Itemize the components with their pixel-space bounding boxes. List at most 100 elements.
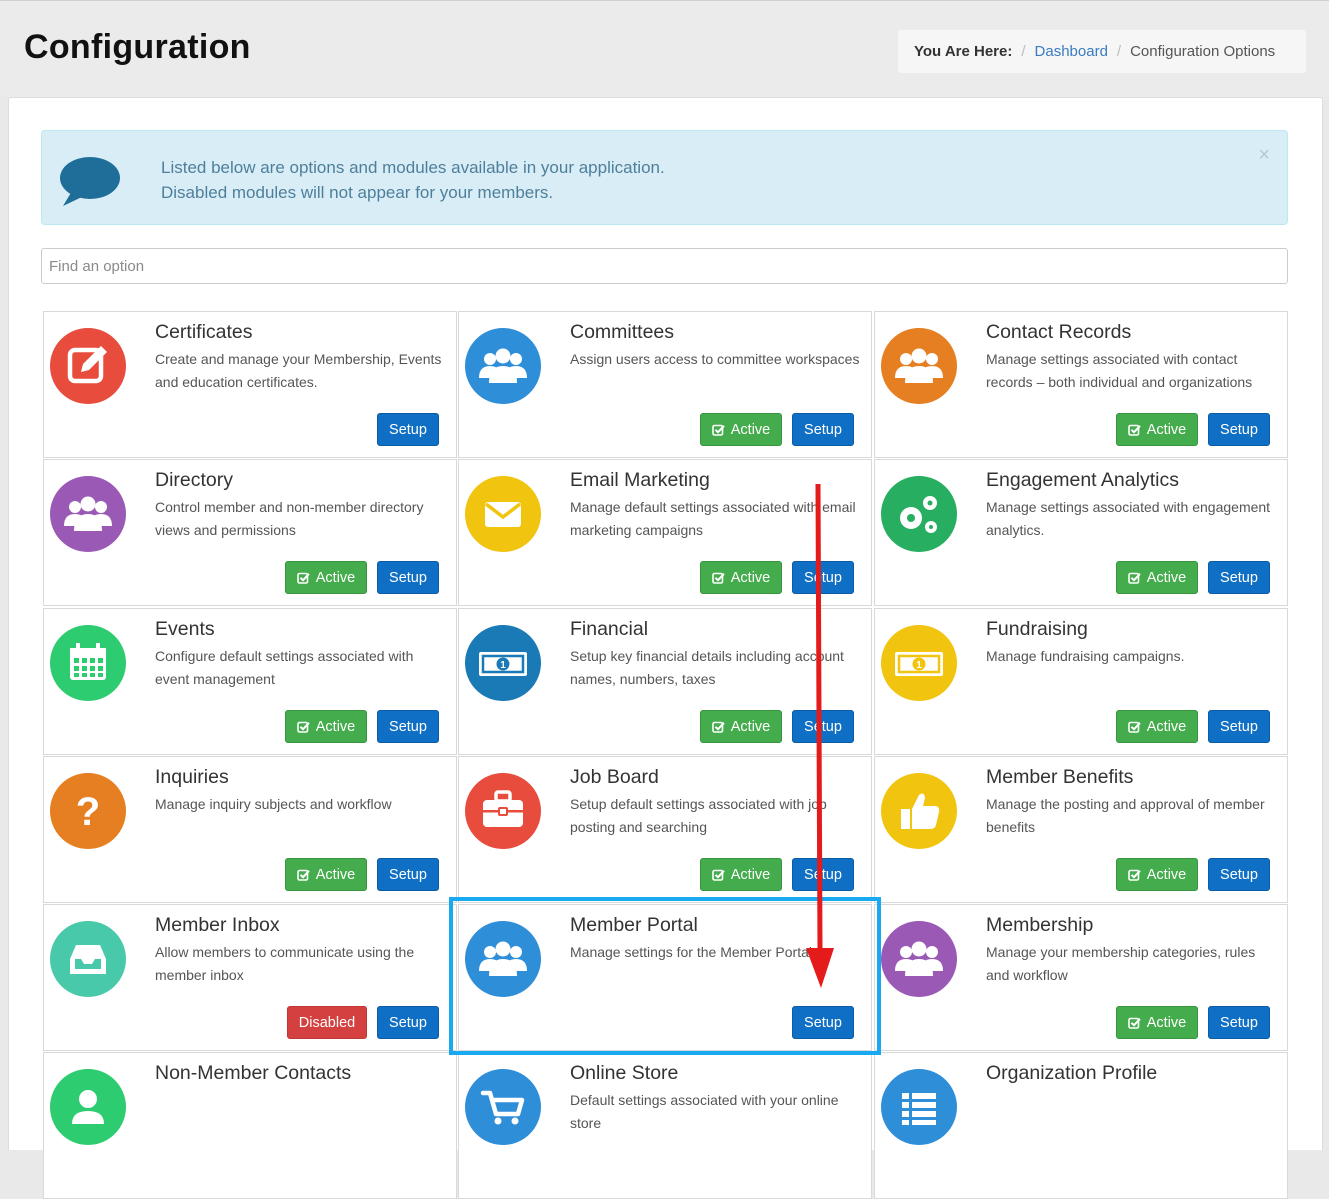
active-status-button[interactable]: Active [285, 858, 367, 891]
setup-button[interactable]: Setup [792, 561, 854, 594]
active-label: Active [1146, 867, 1187, 883]
module-card-committees: Committees Assign users access to committ… [458, 311, 872, 458]
active-label: Active [1146, 570, 1187, 586]
module-title: Fundraising [986, 618, 1088, 640]
module-card-certificates: Certificates Create and manage your Membe… [43, 311, 457, 458]
setup-button[interactable]: Setup [1208, 1006, 1270, 1039]
setup-button[interactable]: Setup [792, 413, 854, 446]
svg-text:1: 1 [916, 660, 922, 671]
page-header: Configuration You Are Here: / Dashboard / Co… [0, 0, 1329, 97]
envelope-icon [465, 476, 541, 552]
alert-line: Listed below are options and modules ava… [161, 158, 665, 177]
active-status-button[interactable]: Active [285, 710, 367, 743]
group-icon [881, 921, 957, 997]
setup-label: Setup [389, 867, 427, 883]
breadcrumb-separator: / [1116, 43, 1122, 60]
active-label: Active [730, 867, 771, 883]
money-icon: 1 [881, 625, 957, 701]
active-status-button[interactable]: Active [285, 561, 367, 594]
disabled-status-button[interactable]: Disabled [287, 1006, 367, 1039]
module-title: Inquiries [155, 766, 229, 788]
module-title: Member Benefits [986, 766, 1134, 788]
active-label: Active [730, 570, 771, 586]
setup-button[interactable]: Setup [1208, 710, 1270, 743]
module-card-events: Events Configure default settings associa… [43, 608, 457, 755]
breadcrumb-lead: You Are Here: [914, 43, 1013, 60]
active-status-button[interactable]: Active [700, 561, 782, 594]
setup-button[interactable]: Setup [377, 561, 439, 594]
module-card-organization-profile: Organization Profile [874, 1052, 1288, 1199]
module-description: Manage fundraising campaigns. [986, 648, 1185, 664]
briefcase-icon [465, 773, 541, 849]
module-card-inquiries: ? Inquiries Manage inquiry subjects and wo… [43, 756, 457, 903]
module-description: Setup key financial details including ac… [570, 648, 844, 687]
module-description: Manage settings for the Member Portal [570, 944, 813, 960]
module-title: Online Store [570, 1062, 679, 1084]
setup-button[interactable]: Setup [792, 858, 854, 891]
module-card-email-marketing: Email Marketing Manage default settings a… [458, 459, 872, 606]
module-title: Job Board [570, 766, 659, 788]
setup-label: Setup [1220, 422, 1258, 438]
close-icon[interactable]: × [1258, 145, 1270, 165]
module-title: Organization Profile [986, 1062, 1158, 1084]
setup-label: Setup [389, 422, 427, 438]
module-title: Directory [155, 469, 234, 491]
active-status-button[interactable]: Active [1116, 858, 1198, 891]
page-title: Configuration [24, 28, 251, 66]
active-status-button[interactable]: Active [1116, 561, 1198, 594]
module-title: Non-Member Contacts [155, 1062, 352, 1084]
alert-text: Listed below are options and modules ava… [161, 155, 665, 205]
active-status-button[interactable]: Active [1116, 1006, 1198, 1039]
module-description: Create and manage your Membership, Event… [155, 351, 442, 390]
module-description: Setup default settings associated with j… [570, 796, 827, 835]
search-input[interactable] [41, 248, 1288, 284]
active-label: Active [1146, 1015, 1187, 1031]
setup-button[interactable]: Setup [1208, 413, 1270, 446]
active-status-button[interactable]: Active [1116, 413, 1198, 446]
setup-button[interactable]: Setup [792, 1006, 854, 1039]
active-status-button[interactable]: Active [700, 858, 782, 891]
setup-label: Setup [804, 719, 842, 735]
module-card-member-benefits: Member Benefits Manage the posting and ap… [874, 756, 1288, 903]
setup-label: Setup [1220, 719, 1258, 735]
breadcrumb-separator: / [1021, 43, 1026, 60]
setup-button[interactable]: Setup [377, 858, 439, 891]
setup-button[interactable]: Setup [377, 710, 439, 743]
setup-button[interactable]: Setup [1208, 561, 1270, 594]
group-icon [50, 476, 126, 552]
setup-label: Setup [804, 867, 842, 883]
certificate-edit-icon [50, 328, 126, 404]
module-title: Financial [570, 618, 649, 640]
module-card-directory: Directory Control member and non-member d… [43, 459, 457, 606]
active-label: Active [1146, 422, 1187, 438]
setup-button[interactable]: Setup [1208, 858, 1270, 891]
setup-label: Setup [804, 1015, 842, 1031]
setup-button[interactable]: Setup [377, 1006, 439, 1039]
svg-text:?: ? [76, 790, 100, 834]
module-description: Manage default settings associated with … [570, 499, 856, 538]
money-icon: 1 [465, 625, 541, 701]
module-description: Manage the posting and approval of membe… [986, 796, 1265, 835]
setup-label: Setup [1220, 867, 1258, 883]
setup-button[interactable]: Setup [792, 710, 854, 743]
setup-label: Setup [1220, 570, 1258, 586]
module-description: Manage settings associated with engageme… [986, 499, 1271, 538]
active-status-button[interactable]: Active [700, 413, 782, 446]
module-title: Committees [570, 321, 675, 343]
setup-button[interactable]: Setup [377, 413, 439, 446]
svg-text:1: 1 [500, 660, 506, 671]
setup-label: Setup [804, 422, 842, 438]
group-icon [881, 328, 957, 404]
active-status-button[interactable]: Active [700, 710, 782, 743]
breadcrumb-current: Configuration Options [1130, 43, 1276, 60]
module-description: Manage settings associated with contact … [986, 351, 1253, 390]
speech-bubble-icon [58, 155, 122, 214]
active-label: Active [730, 719, 771, 735]
user-icon [50, 1069, 126, 1145]
list-icon [881, 1069, 957, 1145]
active-status-button[interactable]: Active [1116, 710, 1198, 743]
module-title: Email Marketing [570, 469, 710, 491]
active-label: Active [315, 570, 356, 586]
thumbs-up-icon [881, 773, 957, 849]
breadcrumb-dashboard-link[interactable]: Dashboard [1035, 43, 1108, 60]
